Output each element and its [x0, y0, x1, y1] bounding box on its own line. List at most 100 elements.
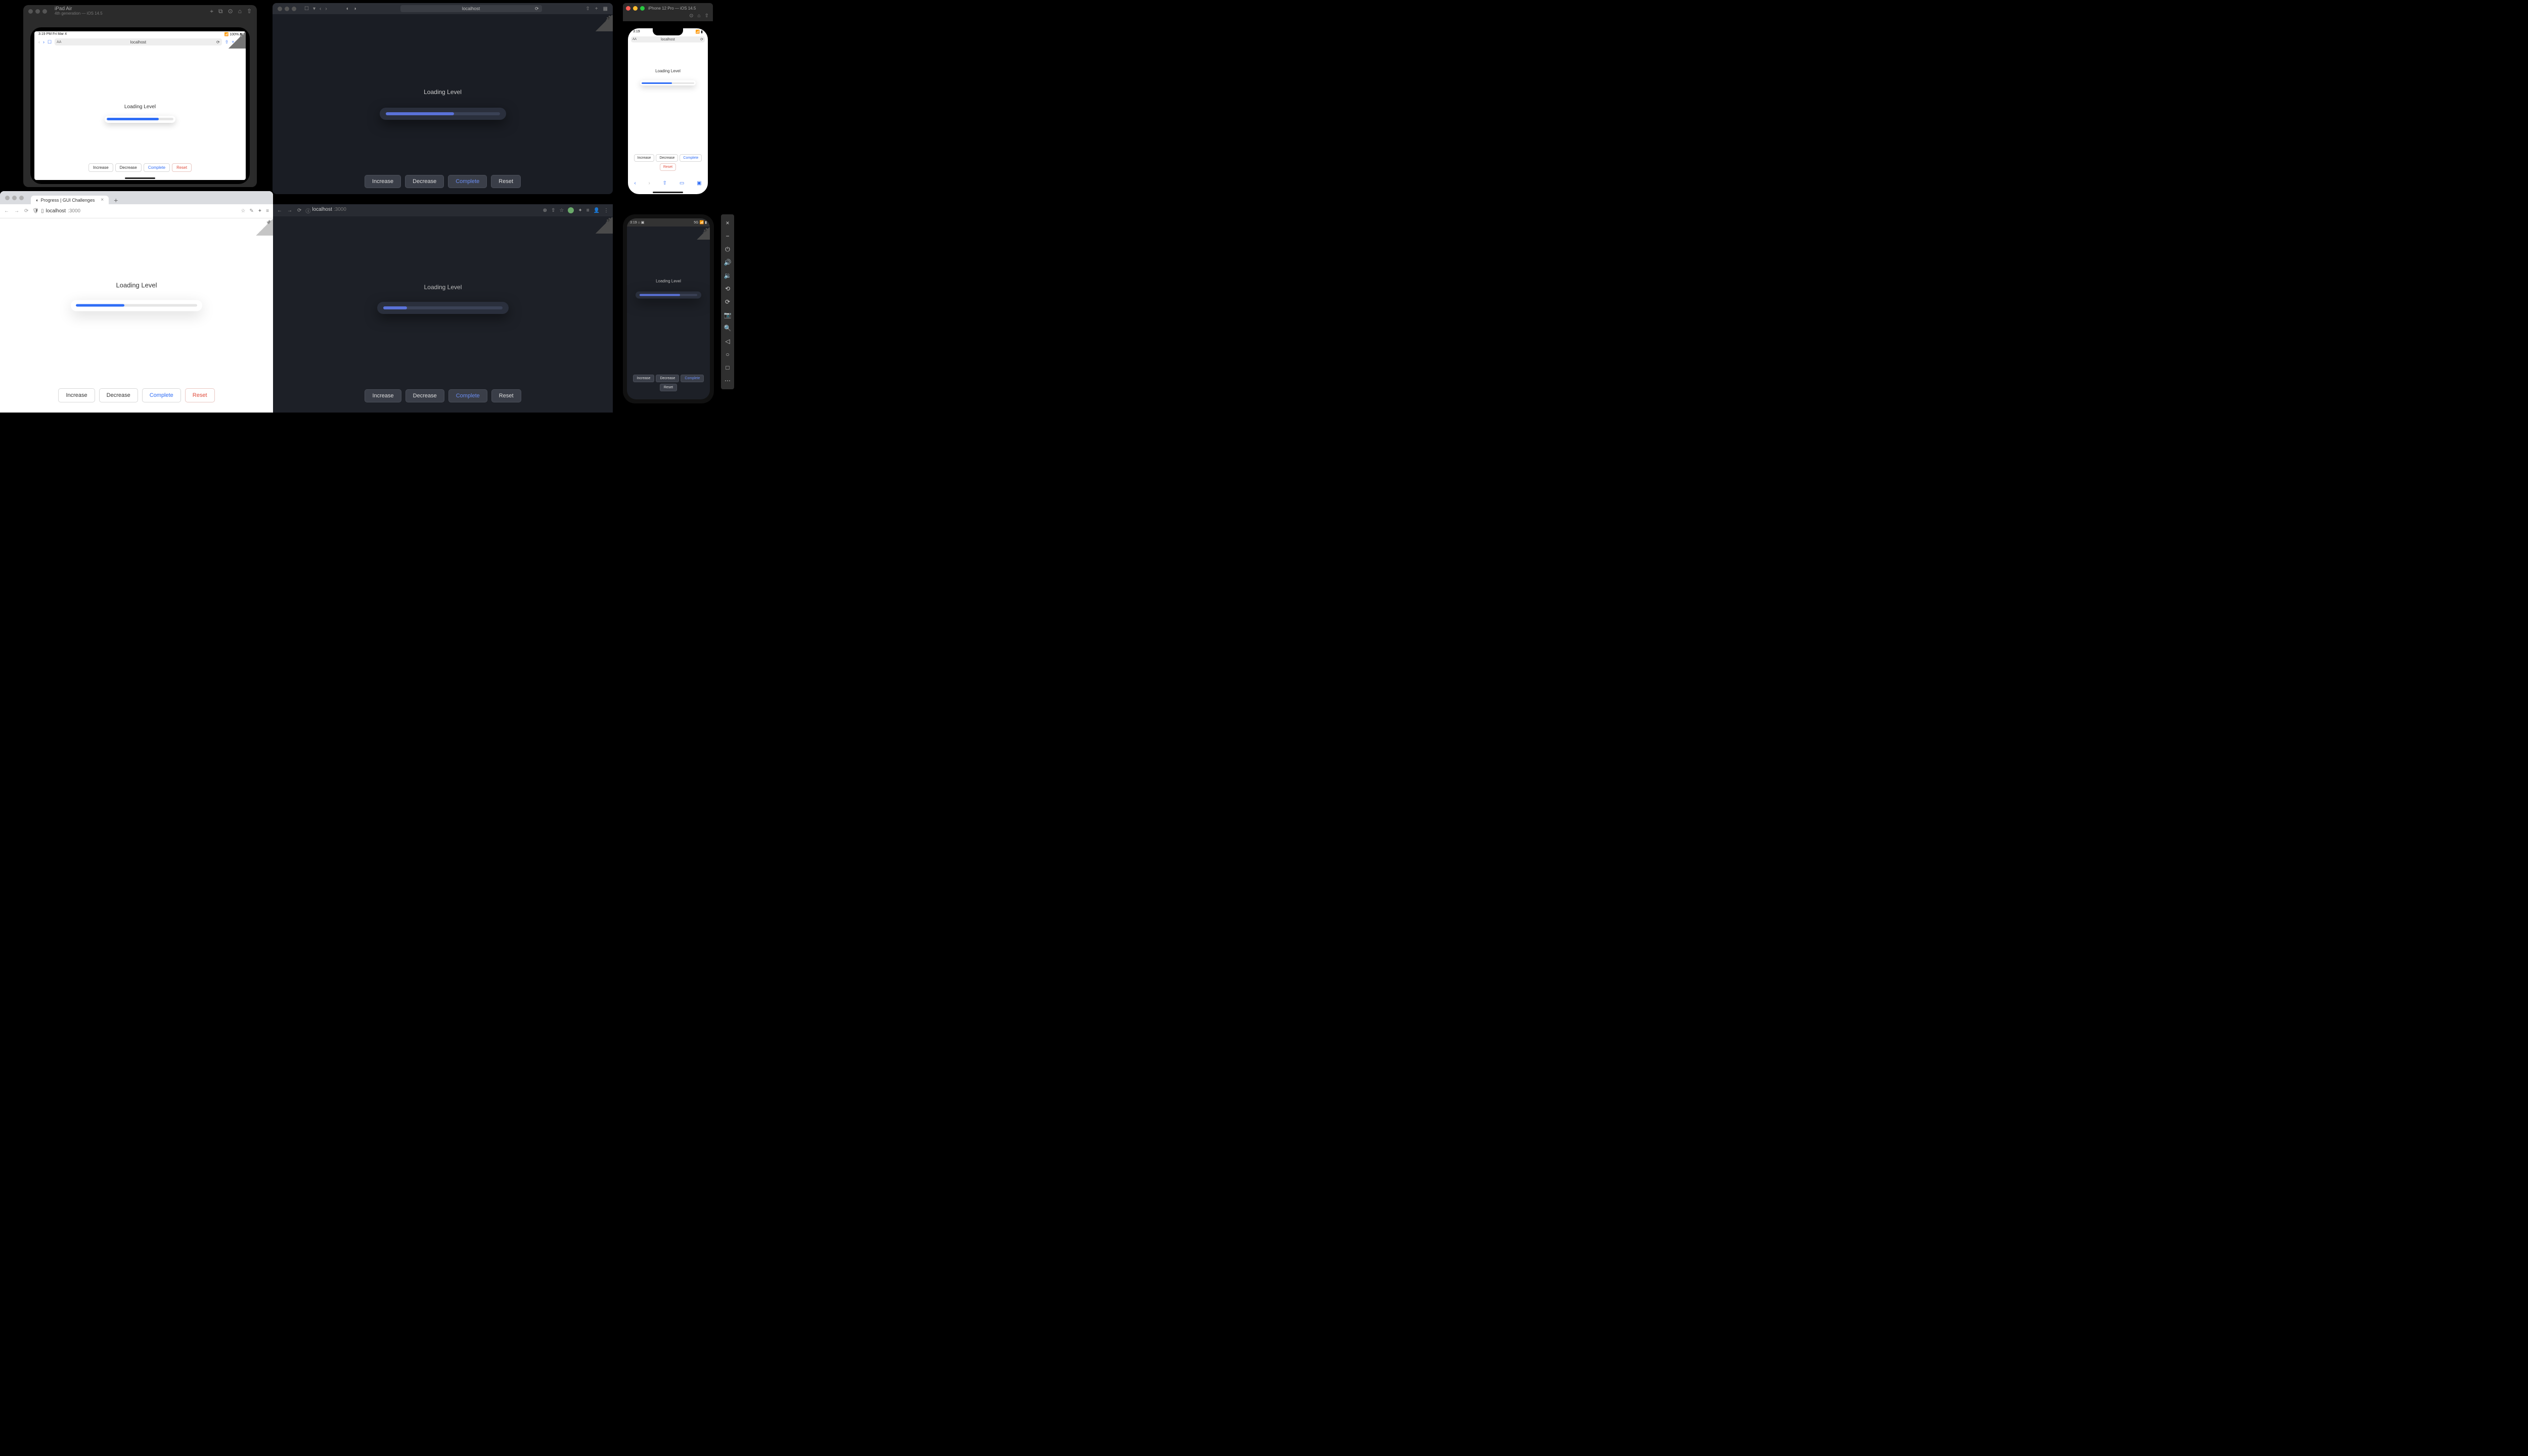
reload-icon[interactable]: ⟳: [535, 6, 539, 12]
reset-button[interactable]: Reset: [491, 389, 521, 402]
reset-button[interactable]: Reset: [491, 175, 521, 188]
reload-icon[interactable]: ⟳: [24, 208, 28, 214]
home-nav-icon[interactable]: ○: [724, 351, 731, 358]
visbug-corner-icon[interactable]: [256, 218, 273, 236]
reload-icon[interactable]: ⟳: [216, 40, 220, 44]
complete-button[interactable]: Complete: [448, 175, 487, 188]
decrease-button[interactable]: Decrease: [405, 175, 444, 188]
visbug-corner-icon[interactable]: [697, 226, 710, 240]
overview-nav-icon[interactable]: □: [724, 364, 731, 371]
complete-button[interactable]: Complete: [142, 388, 181, 402]
address-bar[interactable]: AA localhost ⟳: [631, 36, 705, 42]
export-icon[interactable]: ⇧: [247, 8, 252, 15]
volume-down-icon[interactable]: 🔉: [724, 272, 731, 279]
back-icon[interactable]: ←: [277, 208, 282, 213]
share-icon[interactable]: ⇧: [585, 6, 590, 12]
tabs-icon[interactable]: ▦: [603, 6, 608, 12]
export-icon[interactable]: ⇧: [705, 13, 709, 21]
new-tab-button[interactable]: +: [111, 196, 121, 204]
tabs-icon[interactable]: ▣: [697, 180, 701, 186]
back-nav-icon[interactable]: ◁: [724, 338, 731, 345]
pointer-icon[interactable]: ⌖: [210, 8, 213, 15]
visbug-icon[interactable]: ✎: [249, 208, 253, 214]
decrease-button[interactable]: Decrease: [99, 388, 138, 402]
bookmarks-icon[interactable]: ▭: [680, 180, 684, 186]
extensions-puzzle-icon[interactable]: ✦: [578, 208, 582, 213]
chevron-down-icon[interactable]: ▾: [313, 6, 315, 12]
screenshot-icon[interactable]: ⧉: [218, 8, 223, 15]
share-icon[interactable]: ⇧: [551, 208, 555, 213]
forward-icon[interactable]: ›: [43, 39, 44, 44]
shield-icon[interactable]: 🛡: [32, 208, 39, 214]
reader-icon[interactable]: AA: [57, 40, 61, 44]
complete-button[interactable]: Complete: [144, 163, 170, 172]
increase-button[interactable]: Increase: [58, 388, 95, 402]
menu-icon[interactable]: ⋮: [604, 208, 609, 213]
reset-button[interactable]: Reset: [660, 163, 676, 171]
more-icon[interactable]: ⋯: [724, 377, 731, 384]
home-indicator[interactable]: [125, 177, 155, 179]
extension-icon[interactable]: [568, 207, 574, 213]
rotate-right-icon[interactable]: ⟳: [724, 298, 731, 305]
browser-tab[interactable]: ◐ Progress | GUI Challenges ×: [31, 196, 109, 204]
reload-icon[interactable]: ⟳: [700, 37, 703, 41]
complete-button[interactable]: Complete: [448, 389, 487, 402]
decrease-button[interactable]: Decrease: [656, 154, 678, 162]
decrease-button[interactable]: Decrease: [405, 389, 444, 402]
forward-icon[interactable]: ›: [649, 180, 650, 186]
close-tab-icon[interactable]: ×: [101, 197, 104, 203]
forward-icon[interactable]: ›: [325, 6, 327, 12]
reset-button[interactable]: Reset: [660, 384, 677, 391]
window-traffic-lights[interactable]: [626, 6, 645, 11]
bookmark-star-icon[interactable]: ☆: [241, 208, 245, 214]
complete-button[interactable]: Complete: [681, 375, 704, 382]
install-icon[interactable]: ⊕: [543, 208, 547, 213]
address-bar[interactable]: AA localhost ⟳: [55, 38, 222, 46]
address-bar[interactable]: ⓘ localhost:3000: [305, 207, 538, 214]
screenshot-icon[interactable]: ⊙: [689, 13, 693, 21]
reload-icon[interactable]: ⟳: [297, 208, 301, 213]
home-indicator[interactable]: [653, 192, 683, 193]
visbug-corner-icon[interactable]: [596, 216, 613, 234]
reader-icon[interactable]: AA: [633, 38, 637, 41]
increase-button[interactable]: Increase: [634, 154, 655, 162]
complete-button[interactable]: Complete: [680, 154, 702, 162]
forward-icon[interactable]: →: [287, 208, 292, 213]
profile-icon[interactable]: 👤: [594, 208, 600, 213]
home-icon[interactable]: ⌂: [698, 13, 701, 21]
home-icon[interactable]: ⌂: [238, 8, 242, 15]
share-icon[interactable]: ⇧: [663, 180, 667, 186]
increase-button[interactable]: Increase: [633, 375, 655, 382]
address-bar[interactable]: localhost ⟳: [400, 5, 542, 12]
camera-icon[interactable]: 📷: [724, 311, 731, 318]
reading-list-icon[interactable]: ≡: [586, 208, 590, 213]
menu-icon[interactable]: ≡: [266, 208, 269, 214]
address-bar[interactable]: 🛡 ▯ localhost:3000: [32, 208, 237, 214]
increase-button[interactable]: Increase: [365, 389, 401, 402]
sidebar-icon[interactable]: ☐: [48, 39, 52, 45]
window-traffic-lights[interactable]: [5, 196, 24, 200]
record-icon[interactable]: ⊙: [228, 8, 233, 15]
back-icon[interactable]: ←: [4, 208, 9, 214]
increase-button[interactable]: Increase: [365, 175, 401, 188]
close-icon[interactable]: ×: [724, 219, 731, 226]
visbug-corner-icon[interactable]: [596, 14, 613, 31]
forward-icon[interactable]: →: [14, 208, 19, 214]
decrease-button[interactable]: Decrease: [115, 163, 142, 172]
extensions-icon[interactable]: ✦: [258, 208, 262, 214]
appearance-icon[interactable]: ◑: [353, 6, 356, 12]
reset-button[interactable]: Reset: [185, 388, 215, 402]
zoom-icon[interactable]: 🔍: [724, 325, 731, 332]
decrease-button[interactable]: Decrease: [656, 375, 679, 382]
sidebar-icon[interactable]: ☐: [304, 6, 309, 12]
volume-up-icon[interactable]: 🔊: [724, 259, 731, 266]
power-icon[interactable]: ⏻: [724, 246, 731, 253]
increase-button[interactable]: Increase: [88, 163, 113, 172]
reset-button[interactable]: Reset: [172, 163, 192, 172]
window-traffic-lights[interactable]: [278, 7, 296, 11]
back-icon[interactable]: ‹: [320, 6, 321, 12]
rotate-left-icon[interactable]: ⟲: [724, 285, 731, 292]
visbug-corner-icon[interactable]: [229, 31, 246, 49]
minimize-icon[interactable]: −: [724, 233, 731, 240]
bookmark-star-icon[interactable]: ☆: [559, 208, 564, 213]
